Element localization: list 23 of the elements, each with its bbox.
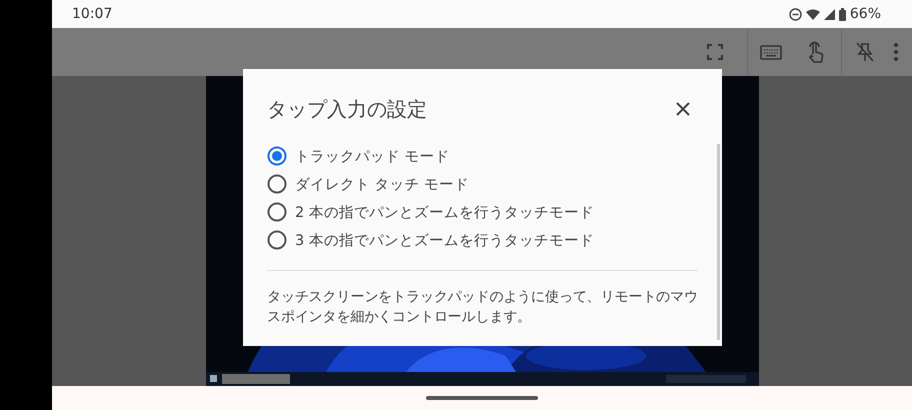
radio-button[interactable] xyxy=(267,146,287,166)
option-label[interactable]: 2 本の指でパンとズームを行うタッチモード xyxy=(295,202,594,222)
battery-icon xyxy=(838,8,846,20)
clock-time: 10:07 xyxy=(72,6,112,22)
signal-icon xyxy=(824,8,835,20)
description-text: タッチスクリーンをトラックパッドのように使って、リモートのマウスポインタを細かくコントロールします。 xyxy=(267,288,698,327)
pin-off-icon[interactable] xyxy=(856,42,874,62)
wifi-icon xyxy=(806,8,820,20)
fullscreen-icon[interactable] xyxy=(707,44,723,60)
touch-icon[interactable] xyxy=(807,41,825,63)
radio-button[interactable] xyxy=(267,202,287,222)
radio-button[interactable] xyxy=(267,174,287,194)
more-options-icon[interactable] xyxy=(894,43,898,61)
close-icon[interactable] xyxy=(676,102,690,116)
radio-button[interactable] xyxy=(267,230,287,250)
gesture-handle[interactable] xyxy=(426,396,538,400)
option-label[interactable]: 3 本の指でパンとズームを行うタッチモード xyxy=(295,230,594,250)
keyboard-icon[interactable] xyxy=(760,44,782,60)
option-label[interactable]: トラックパッド モード xyxy=(295,146,450,166)
option-label[interactable]: ダイレクト タッチ モード xyxy=(295,174,470,194)
do-not-disturb-icon xyxy=(788,8,802,20)
battery-percent: 66% xyxy=(850,6,881,22)
dialog-title: タップ入力の設定 xyxy=(267,96,427,122)
